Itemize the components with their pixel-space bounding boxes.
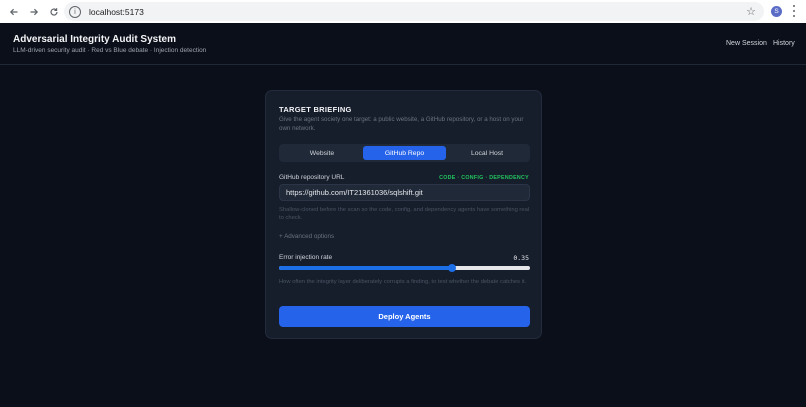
- tab-website[interactable]: Website: [281, 146, 363, 160]
- error-injection-value: 0.35: [513, 254, 529, 262]
- info-icon[interactable]: i: [69, 5, 81, 18]
- profile-avatar[interactable]: S: [771, 6, 782, 17]
- reload-icon[interactable]: [47, 5, 61, 19]
- repo-url-help: Shallow-cloned before the scan so the co…: [279, 207, 530, 221]
- scan-scope-tag: CODE · CONFIG · DEPENDENCY: [439, 175, 529, 181]
- history-link[interactable]: History: [773, 40, 795, 47]
- kebab-icon[interactable]: [792, 5, 796, 17]
- arrow-left-icon[interactable]: [7, 5, 21, 19]
- browser-toolbar: i localhost:5173 ☆ S: [0, 0, 806, 23]
- error-injection-slider[interactable]: [279, 264, 530, 272]
- tab-local-host[interactable]: Local Host: [446, 146, 528, 160]
- advanced-options-toggle[interactable]: + Advanced options: [279, 233, 334, 240]
- app-header: Adversarial Integrity Audit System LLM-d…: [0, 23, 806, 65]
- error-injection-label: Error injection rate: [279, 254, 333, 261]
- arrow-right-icon[interactable]: [27, 5, 41, 19]
- app-title: Adversarial Integrity Audit System: [13, 34, 177, 45]
- tab-github-repo[interactable]: GitHub Repo: [363, 146, 446, 160]
- repo-url-label: GitHub repository URL: [279, 174, 345, 181]
- target-type-tabs: Website GitHub Repo Local Host: [279, 144, 530, 162]
- app-subtitle: LLM-driven security audit · Red vs Blue …: [13, 47, 207, 54]
- slider-fill: [279, 266, 453, 270]
- error-injection-help: How often the integrity layer deliberate…: [279, 279, 527, 285]
- target-briefing-card: TARGET BRIEFING Give the agent society o…: [265, 90, 542, 339]
- card-description: Give the agent society one target: a pub…: [279, 116, 524, 132]
- repo-url-input[interactable]: [279, 184, 530, 201]
- new-session-link[interactable]: New Session: [726, 40, 767, 47]
- deploy-agents-button[interactable]: Deploy Agents: [279, 306, 530, 327]
- slider-thumb[interactable]: [448, 264, 457, 272]
- address-bar[interactable]: i localhost:5173 ☆: [64, 2, 764, 21]
- card-title: TARGET BRIEFING: [279, 105, 352, 114]
- star-icon[interactable]: ☆: [746, 5, 756, 18]
- url-text[interactable]: localhost:5173: [89, 7, 144, 17]
